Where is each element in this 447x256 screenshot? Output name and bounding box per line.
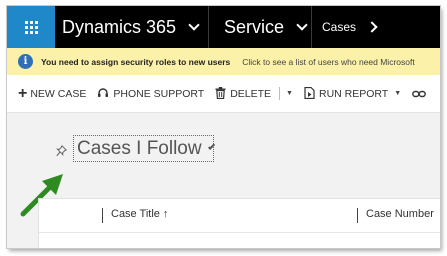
delete-label: DELETE <box>230 87 272 100</box>
phone-support-button[interactable]: PHONE SUPPORT <box>97 87 204 101</box>
run-report-label: RUN REPORT <box>318 87 389 100</box>
phone-support-label: PHONE SUPPORT <box>113 87 205 100</box>
notification-bar: i You need to assign security roles to n… <box>7 48 440 75</box>
notification-link[interactable]: Click to see a list of users who need Mi… <box>242 57 414 67</box>
sort-ascending-icon: ↑ <box>162 208 169 220</box>
app-name: Dynamics 365 <box>62 16 177 37</box>
more-commands-button[interactable] <box>412 87 427 101</box>
chevron-down-icon <box>207 142 215 150</box>
new-case-button[interactable]: + NEW CASE <box>18 84 87 102</box>
trash-icon <box>215 86 226 101</box>
breadcrumb-cases[interactable]: Cases <box>311 6 440 48</box>
column-label: Case Title <box>111 208 160 220</box>
chevron-right-icon <box>366 21 378 33</box>
entity-name: Cases <box>322 20 357 34</box>
column-label: Case Number <box>366 208 434 220</box>
top-nav-bar: Dynamics 365 Service Cases <box>7 6 440 48</box>
more-delete-options-icon[interactable]: ▼ <box>286 90 293 97</box>
view-selector[interactable]: Cases I Follow <box>73 135 215 162</box>
command-bar: + NEW CASE PHONE SUPPORT DELETE ▼ RUN RE… <box>7 75 440 113</box>
divider <box>279 87 281 100</box>
app-switcher[interactable]: Dynamics 365 <box>55 6 205 48</box>
report-icon <box>304 86 315 101</box>
grid-header: Case Title ↑ Case Number <box>39 199 440 233</box>
main-content: Cases I Follow Case Title ↑ Case Number <box>7 113 440 248</box>
app-launcher-button[interactable] <box>7 6 55 48</box>
headset-icon <box>97 87 109 101</box>
link-icon <box>412 87 427 101</box>
cases-grid: Case Title ↑ Case Number <box>38 198 440 248</box>
area-name: Service <box>224 16 285 37</box>
chevron-down-icon <box>188 19 200 31</box>
chevron-down-icon: ▼ <box>394 90 402 97</box>
run-report-button[interactable]: RUN REPORT ▼ <box>304 86 402 101</box>
column-header-case-number[interactable]: Case Number <box>357 208 434 223</box>
app-window: Dynamics 365 Service Cases i You need to… <box>7 6 440 248</box>
info-icon: i <box>18 54 33 69</box>
new-case-label: NEW CASE <box>30 87 87 100</box>
app-launcher-icon <box>24 20 38 34</box>
delete-button[interactable]: DELETE <box>215 86 272 101</box>
chevron-down-icon <box>296 19 308 31</box>
pin-icon[interactable] <box>56 144 68 160</box>
area-switcher[interactable]: Service <box>208 6 311 48</box>
plus-icon: + <box>18 84 28 102</box>
notification-message: You need to assign security roles to new… <box>41 56 231 67</box>
column-header-case-title[interactable]: Case Title ↑ <box>101 208 169 223</box>
view-title: Cases I Follow <box>77 137 202 159</box>
